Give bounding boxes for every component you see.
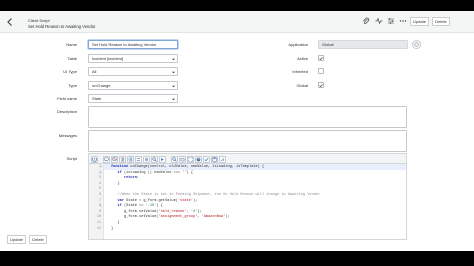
code-line: return; bbox=[123, 176, 140, 181]
application-label: Application bbox=[288, 42, 308, 47]
application-field: Global bbox=[318, 40, 408, 49]
line-number-gutter: 1 ▾ 2 ▾ 3 4 5 6 7 8 ▾ 9 10 11 12 bbox=[89, 164, 104, 239]
script-debugger-icon[interactable] bbox=[179, 155, 186, 163]
code-line: g_form.setValue('assignment_group', 'Ama… bbox=[111, 215, 230, 220]
code-line: g_form.setValue('hold_reason', '4'); bbox=[111, 209, 202, 214]
line-number: 3 bbox=[98, 176, 101, 181]
type-select[interactable]: onChange bbox=[88, 81, 178, 90]
uncomment-icon[interactable] bbox=[111, 155, 118, 163]
chevron-down-icon bbox=[172, 85, 175, 88]
global-checkbox[interactable] bbox=[318, 82, 324, 88]
code-line: if (isLoading || newValue === '') { bbox=[117, 170, 194, 175]
inherited-label: Inherited bbox=[292, 69, 308, 74]
code-line: var State = g_form.getValue('state'); bbox=[117, 198, 198, 203]
toggle-full-screen-icon[interactable] bbox=[187, 155, 194, 163]
comment-icon[interactable] bbox=[103, 155, 110, 163]
line-number: 10 bbox=[96, 215, 101, 220]
type-label: Type bbox=[68, 83, 77, 88]
screenshot-stage: Client Script Set Hold Reason to Awaitin… bbox=[0, 0, 474, 266]
search-previous-icon[interactable] bbox=[171, 155, 178, 163]
script-editor[interactable]: 1 ▾ 2 ▾ 3 4 5 6 7 8 ▾ 9 10 11 12 function onChange(con… bbox=[88, 163, 407, 240]
line-number: 11 bbox=[96, 221, 101, 225]
indent-icon[interactable] bbox=[127, 155, 134, 163]
field-name-label: Field name bbox=[57, 96, 77, 101]
info-icon[interactable] bbox=[412, 40, 421, 49]
line-number: 7 bbox=[98, 198, 101, 203]
global-label: Global bbox=[296, 83, 308, 88]
form-header: Client Script Set Hold Reason to Awaitin… bbox=[0, 11, 474, 33]
chevron-down-icon bbox=[172, 71, 175, 74]
name-input[interactable]: Set Hold Reason to Awaiting Vendor bbox=[88, 40, 178, 49]
code-line: function onChange(control, oldValue, new… bbox=[111, 165, 265, 169]
table-label: Table bbox=[67, 56, 77, 61]
code-line: } bbox=[111, 181, 120, 186]
save-icon[interactable] bbox=[211, 155, 218, 163]
toggle-syntax-icon[interactable] bbox=[91, 155, 98, 163]
search-icon[interactable] bbox=[151, 155, 158, 163]
description-textarea[interactable] bbox=[88, 106, 407, 128]
footer-delete-button[interactable]: Delete bbox=[29, 235, 47, 244]
messages-label: Messages bbox=[58, 133, 77, 138]
table-select-value: Incident [incident] bbox=[92, 56, 124, 61]
code-line: } bbox=[111, 226, 114, 231]
ui-type-select-value: All bbox=[92, 69, 97, 74]
replace-icon[interactable] bbox=[135, 155, 142, 163]
footer-update-button[interactable]: Update bbox=[7, 235, 26, 244]
ui-type-label: UI Type bbox=[63, 69, 77, 74]
active-checkbox[interactable] bbox=[318, 55, 324, 61]
more-options-icon[interactable] bbox=[398, 16, 408, 26]
script-label: Script bbox=[66, 156, 77, 161]
line-number: 12 bbox=[96, 226, 101, 231]
code-line: } bbox=[111, 221, 120, 225]
line-number: 5 bbox=[98, 187, 101, 192]
code-line: if (State == '-10') { bbox=[117, 204, 163, 209]
help-icon[interactable] bbox=[195, 155, 202, 163]
record-type-label: Client Script bbox=[28, 18, 50, 23]
fold-toggle-icon[interactable]: ▾ bbox=[100, 165, 102, 169]
replace-all-icon[interactable] bbox=[143, 155, 150, 163]
record-display-name: Set Hold Reason to Awaiting Vendor bbox=[28, 24, 96, 29]
field-name-select[interactable]: State bbox=[88, 94, 178, 103]
ui-type-select[interactable]: All bbox=[88, 67, 178, 76]
settings-icon[interactable] bbox=[386, 16, 396, 26]
header-update-button[interactable]: Update bbox=[410, 17, 429, 26]
field-name-select-value: State bbox=[92, 96, 102, 101]
check-syntax-icon[interactable] bbox=[203, 155, 210, 163]
fold-toggle-icon[interactable]: ▾ bbox=[100, 171, 102, 175]
script-editor-toolbar bbox=[88, 153, 407, 163]
chevron-down-icon bbox=[172, 98, 175, 101]
inherited-checkbox[interactable] bbox=[318, 68, 324, 74]
client-script-form-page: Client Script Set Hold Reason to Awaitin… bbox=[0, 11, 474, 251]
activity-icon[interactable] bbox=[374, 16, 384, 26]
code-line: //When the State is set to Pending Shipm… bbox=[111, 193, 321, 197]
search-next-icon[interactable] bbox=[159, 155, 166, 163]
back-arrow-icon[interactable] bbox=[5, 17, 15, 27]
format-code-icon[interactable] bbox=[119, 155, 126, 163]
line-number: 9 bbox=[98, 209, 101, 214]
messages-textarea[interactable] bbox=[88, 130, 407, 152]
description-label: Description bbox=[56, 109, 77, 114]
fold-toggle-icon[interactable]: ▾ bbox=[100, 204, 102, 208]
table-select[interactable]: Incident [incident] bbox=[88, 54, 178, 63]
active-label: Active bbox=[297, 56, 308, 61]
line-number: 4 bbox=[98, 181, 101, 186]
line-number: 6 bbox=[98, 193, 101, 197]
type-select-value: onChange bbox=[92, 83, 111, 88]
header-delete-button[interactable]: Delete bbox=[432, 17, 450, 26]
chevron-down-icon bbox=[172, 58, 175, 61]
paperclip-icon[interactable] bbox=[361, 16, 371, 26]
name-label: Name bbox=[66, 42, 77, 47]
resize-icon[interactable] bbox=[219, 155, 226, 163]
